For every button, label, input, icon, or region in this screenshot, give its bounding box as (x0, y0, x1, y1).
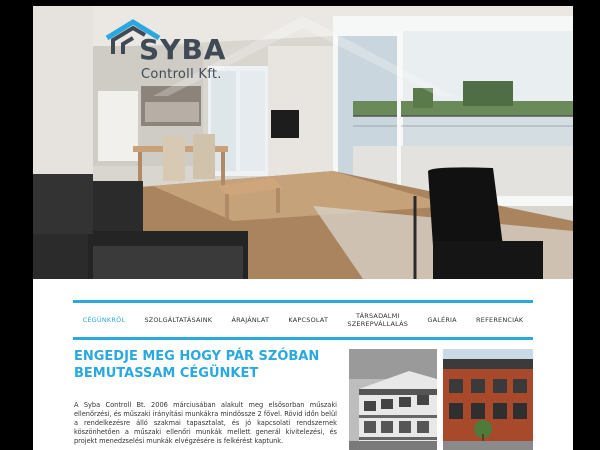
gallery-photo-building-2[interactable] (443, 349, 533, 450)
nav-item-szolgaltatasaink[interactable]: SZOLGÁLTATÁSAINK (144, 316, 212, 324)
nav-label: CÉGÜNKRŐL (82, 315, 126, 324)
nav-item-arajanlat[interactable]: ÁRAJÁNLAT (231, 316, 269, 324)
main-nav: CÉGÜNKRŐL SZOLGÁLTATÁSAINK ÁRAJÁNLAT KAP… (73, 303, 533, 337)
nav-bottom-border (73, 337, 533, 340)
nav-item-tarsadalmi-szerepvallalas[interactable]: TÁRSADALMI SZEREPVÁLLALÁS (347, 312, 408, 328)
hero-image: SYBA Controll Kft. (33, 6, 573, 279)
nav-label: SZOLGÁLTATÁSAINK (144, 315, 213, 324)
nav-label-line1: TÁRSADALMI (355, 311, 400, 320)
logo-subtitle: Controll Kft. (141, 67, 222, 82)
nav-label: REFERENCIÁK (476, 315, 524, 324)
page: SYBA Controll Kft. CÉGÜNKRŐL SZOLGÁLTATÁ… (33, 6, 573, 450)
nav-item-cegunkrol[interactable]: CÉGÜNKRŐL (83, 316, 126, 324)
nav-label: KAPCSOLAT (288, 315, 329, 324)
page-headline: ENGEDJE MEG HOGY PÁR SZÓBAN BEMUTASSAM C… (74, 349, 320, 381)
gallery-photo-building-1[interactable] (349, 349, 437, 450)
logo-name: SYBA (139, 33, 227, 66)
nav-item-referenciak[interactable]: REFERENCIÁK (476, 316, 523, 324)
intro-paragraph: A Syba Controll Bt. 2006 márciusában ala… (74, 401, 337, 445)
building-photo-bw (349, 349, 437, 450)
building-photo-color (443, 349, 533, 450)
nav-item-galeria[interactable]: GALÉRIA (427, 316, 457, 324)
nav-item-kapcsolat[interactable]: KAPCSOLAT (288, 316, 328, 324)
nav-label: ÁRAJÁNLAT (231, 315, 270, 324)
syba-logo[interactable]: SYBA Controll Kft. (105, 18, 245, 88)
nav-label-line2: SZEREPVÁLLALÁS (347, 320, 409, 328)
nav-label: GALÉRIA (427, 315, 457, 324)
